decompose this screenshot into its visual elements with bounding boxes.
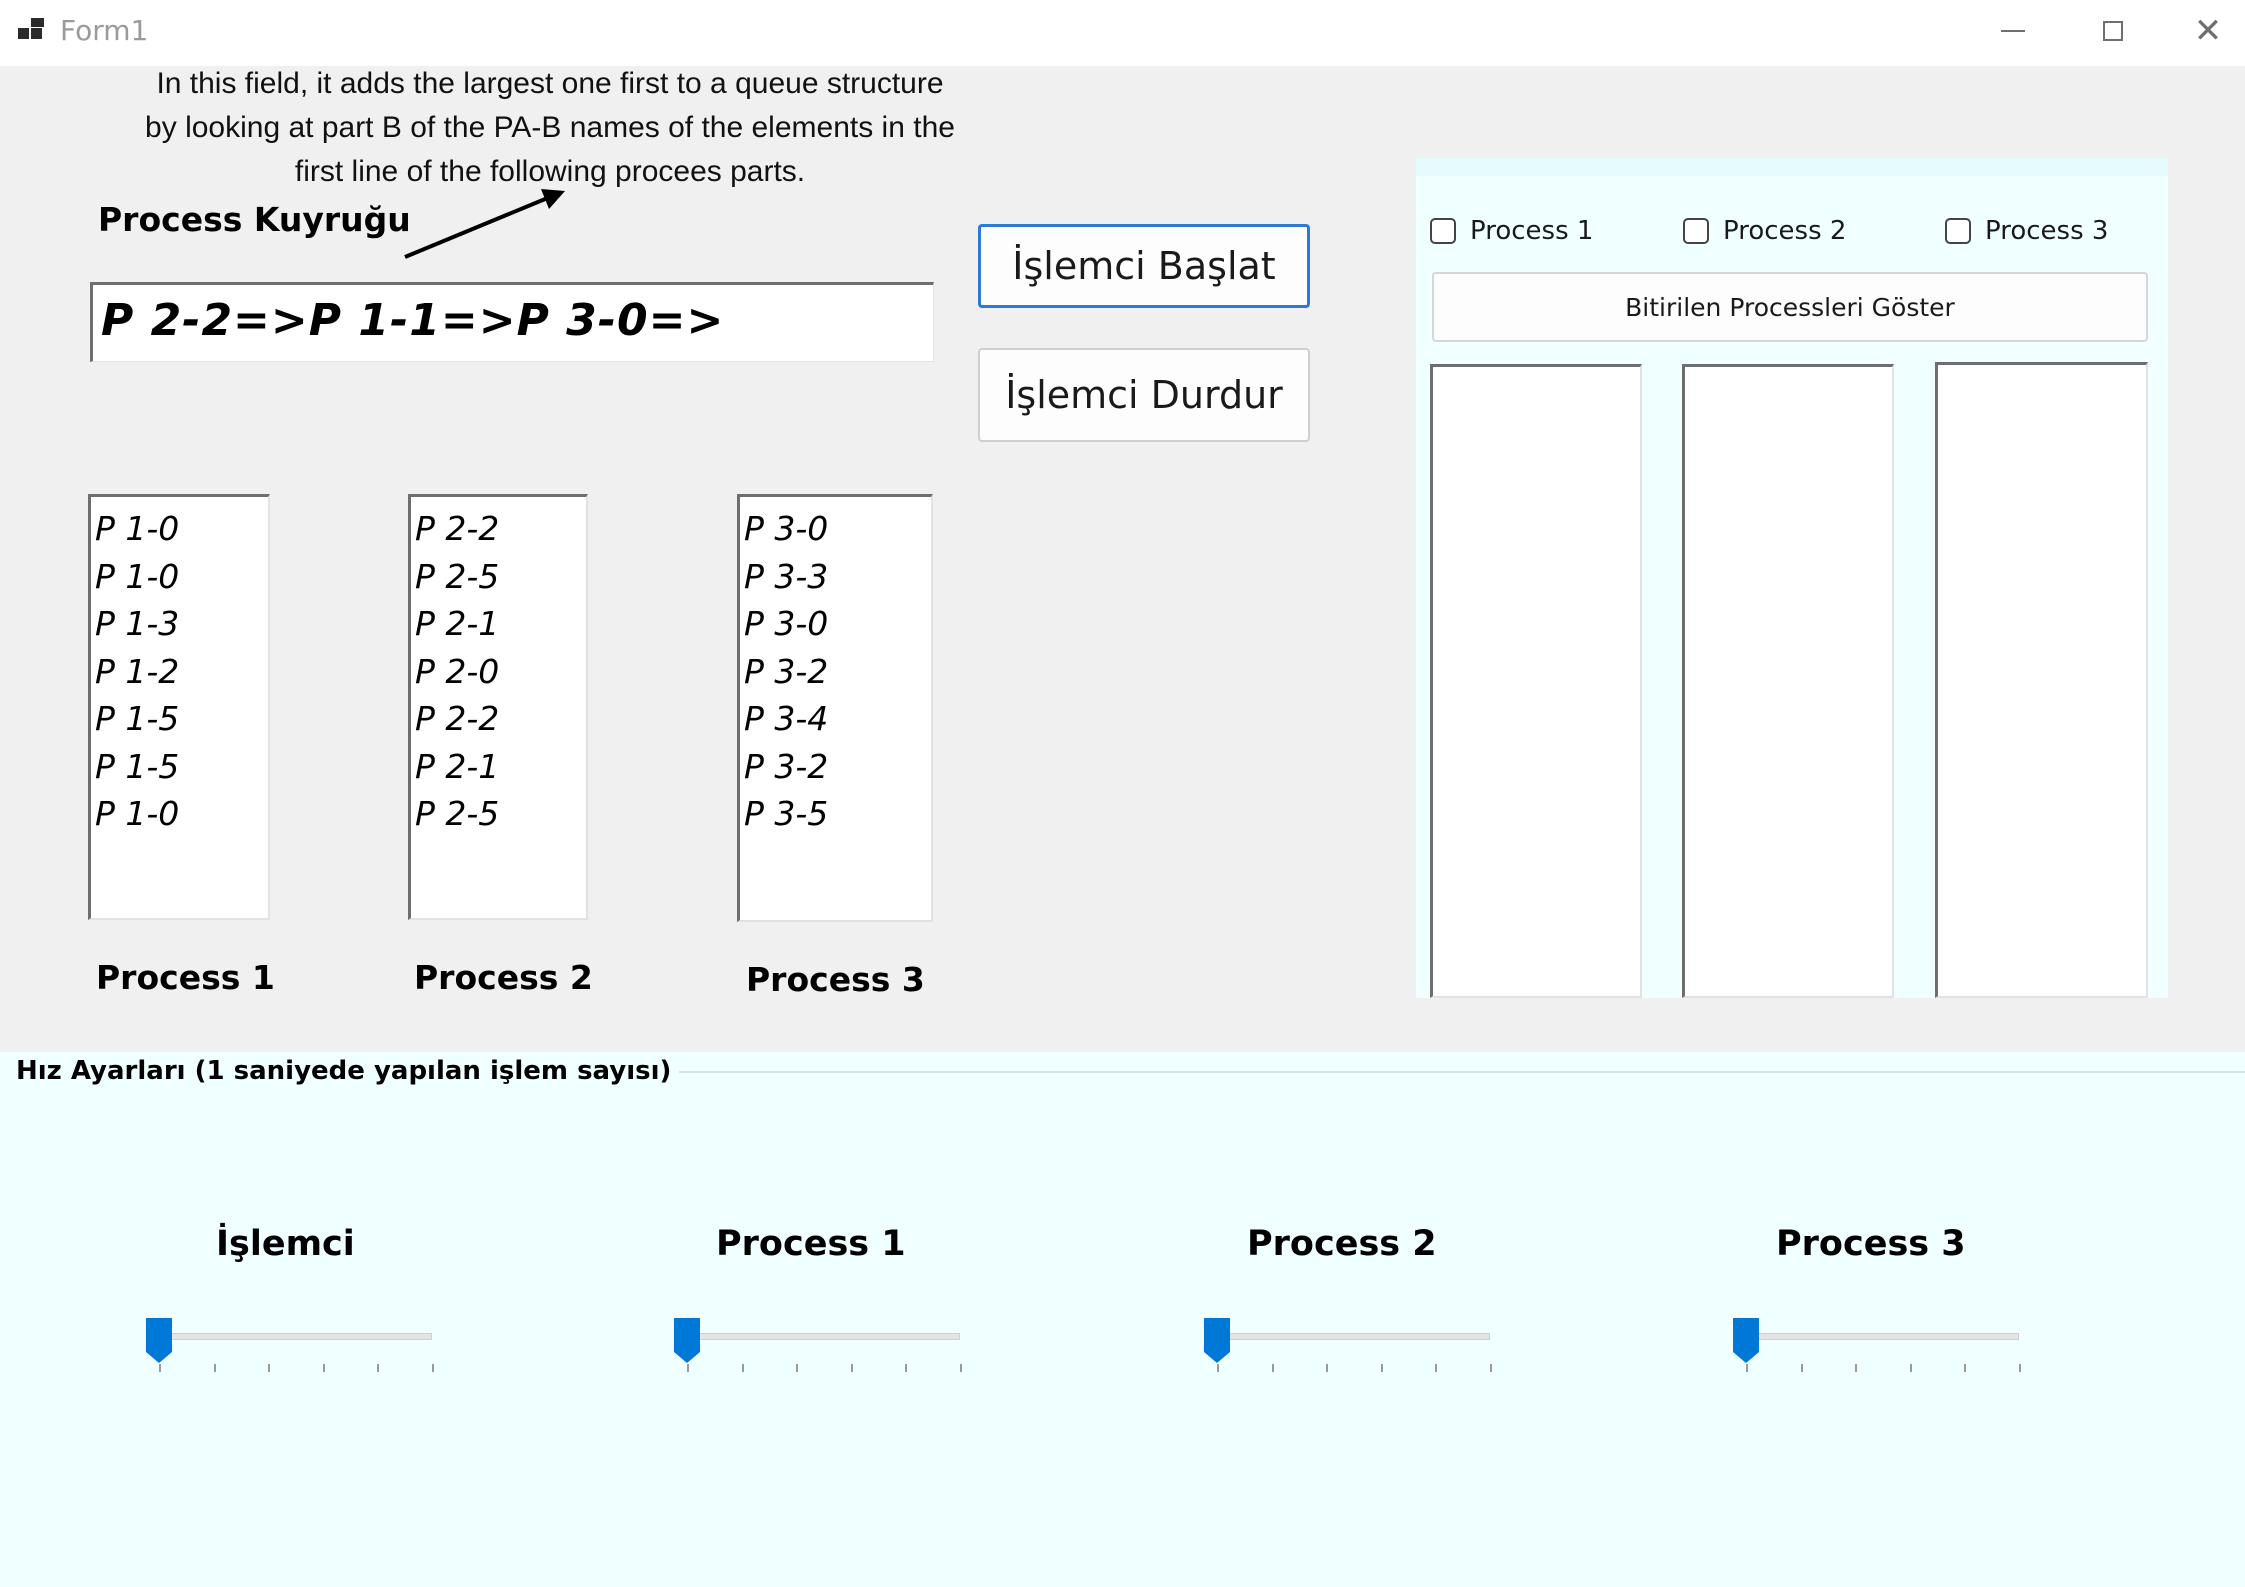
slider-tick: [1800, 1364, 1803, 1372]
list-item[interactable]: P 2-2: [411, 695, 586, 743]
checkbox-label: Process 2: [1723, 216, 1847, 246]
slider-tick: [850, 1364, 853, 1372]
slider-tick: [432, 1364, 434, 1372]
slider-track-processor[interactable]: [159, 1333, 432, 1340]
slider-tick: [322, 1364, 325, 1372]
list-item[interactable]: P 2-1: [411, 600, 586, 648]
start-processor-button[interactable]: İşlemci Başlat: [978, 224, 1310, 308]
slider-tick: [1855, 1364, 1858, 1372]
slider-tick: [1909, 1364, 1912, 1372]
slider-tick: [905, 1364, 908, 1372]
show-finished-button[interactable]: Bitirilen Processleri Göster: [1432, 272, 2148, 342]
slider-thumb-process-3[interactable]: [1733, 1318, 1759, 1364]
slider-label-process-2: Process 2: [1247, 1224, 1437, 1264]
slider-tick: [1271, 1364, 1274, 1372]
slider-tick: [796, 1364, 799, 1372]
list-item[interactable]: P 3-5: [740, 790, 931, 838]
queue-value: P 2-2=>P 1-1=>P 3-0=>: [101, 295, 725, 346]
slider-tick: [213, 1364, 216, 1372]
process-2-label: Process 2: [414, 958, 593, 997]
list-item[interactable]: P 3-0: [740, 505, 931, 553]
list-item[interactable]: P 2-5: [411, 553, 586, 601]
finished-process-2-listbox[interactable]: [1682, 364, 1894, 998]
slider-tick: [1746, 1364, 1748, 1372]
slider-tick: [1435, 1364, 1438, 1372]
title-bar: Form1 ✕: [0, 0, 2245, 66]
slider-label-process-3: Process 3: [1776, 1224, 1966, 1264]
app-icon: [18, 18, 46, 44]
queue-label: Process Kuyruğu: [98, 200, 411, 239]
process-1-label: Process 1: [96, 958, 275, 997]
checkbox-label: Process 3: [1985, 216, 2109, 246]
finished-process-3-listbox[interactable]: [1935, 362, 2148, 998]
slider-tick: [1490, 1364, 1492, 1372]
slider-thumb-process-2[interactable]: [1204, 1318, 1230, 1364]
slider-label-process-1: Process 1: [716, 1224, 906, 1264]
finished-process-1-listbox[interactable]: [1430, 364, 1642, 998]
slider-tick: [1380, 1364, 1383, 1372]
close-button[interactable]: ✕: [2172, 0, 2244, 62]
slider-tick: [687, 1364, 689, 1372]
list-item[interactable]: P 2-2: [411, 505, 586, 553]
slider-tick: [1964, 1364, 1967, 1372]
list-item[interactable]: P 2-1: [411, 743, 586, 791]
slider-tick: [2019, 1364, 2021, 1372]
slider-tick: [268, 1364, 271, 1372]
process-1-listbox[interactable]: P 1-0 P 1-0 P 1-3 P 1-2 P 1-5 P 1-5 P 1-…: [88, 494, 270, 920]
slider-tick: [377, 1364, 380, 1372]
slider-track-process-2[interactable]: [1217, 1333, 1490, 1340]
slider-tick: [159, 1364, 161, 1372]
slider-track-process-3[interactable]: [1746, 1333, 2019, 1340]
list-item[interactable]: P 1-5: [91, 695, 268, 743]
slider-label-processor: İşlemci: [216, 1224, 355, 1264]
slider-tick: [960, 1364, 962, 1372]
window-title: Form1: [60, 14, 149, 47]
list-item[interactable]: P 2-5: [411, 790, 586, 838]
annotation-arrow-icon: [404, 189, 565, 259]
list-item[interactable]: P 3-3: [740, 553, 931, 601]
stop-processor-button[interactable]: İşlemci Durdur: [978, 348, 1310, 442]
slider-tick: [1217, 1364, 1219, 1372]
slider-thumb-processor[interactable]: [146, 1318, 172, 1364]
checkbox-icon[interactable]: [1945, 218, 1971, 244]
list-item[interactable]: P 1-0: [91, 553, 268, 601]
close-icon: ✕: [2193, 11, 2223, 51]
list-item[interactable]: P 1-0: [91, 790, 268, 838]
checkbox-icon[interactable]: [1683, 218, 1709, 244]
checkbox-process-2[interactable]: Process 2: [1683, 216, 1846, 246]
slider-tick: [1326, 1364, 1329, 1372]
slider-thumb-process-1[interactable]: [674, 1318, 700, 1364]
process-2-listbox[interactable]: P 2-2 P 2-5 P 2-1 P 2-0 P 2-2 P 2-1 P 2-…: [408, 494, 588, 920]
list-item[interactable]: P 3-4: [740, 695, 931, 743]
minimize-icon: [2001, 30, 2025, 32]
list-item[interactable]: P 1-3: [91, 600, 268, 648]
speed-group-title: Hız Ayarları (1 saniyede yapılan işlem s…: [16, 1056, 680, 1086]
speed-settings-group: [0, 1052, 2245, 1587]
maximize-icon: [2103, 21, 2123, 41]
list-item[interactable]: P 1-2: [91, 648, 268, 696]
checkbox-process-3[interactable]: Process 3: [1945, 216, 2108, 246]
group-divider: [560, 1071, 2245, 1073]
maximize-button[interactable]: [2067, 0, 2159, 62]
queue-field: P 2-2=>P 1-1=>P 3-0=>: [90, 282, 934, 362]
list-item[interactable]: P 3-2: [740, 743, 931, 791]
list-item[interactable]: P 3-2: [740, 648, 931, 696]
checkbox-process-1[interactable]: Process 1: [1430, 216, 1593, 246]
annotation-text: In this field, it adds the largest one f…: [145, 67, 955, 188]
minimize-button[interactable]: [1967, 0, 2059, 62]
process-3-label: Process 3: [746, 960, 925, 999]
list-item[interactable]: P 1-5: [91, 743, 268, 791]
process-3-listbox[interactable]: P 3-0 P 3-3 P 3-0 P 3-2 P 3-4 P 3-2 P 3-…: [737, 494, 933, 922]
list-item[interactable]: P 2-0: [411, 648, 586, 696]
checkbox-label: Process 1: [1470, 216, 1594, 246]
slider-tick: [741, 1364, 744, 1372]
slider-track-process-1[interactable]: [687, 1333, 960, 1340]
list-item[interactable]: P 3-0: [740, 600, 931, 648]
checkbox-icon[interactable]: [1430, 218, 1456, 244]
list-item[interactable]: P 1-0: [91, 505, 268, 553]
